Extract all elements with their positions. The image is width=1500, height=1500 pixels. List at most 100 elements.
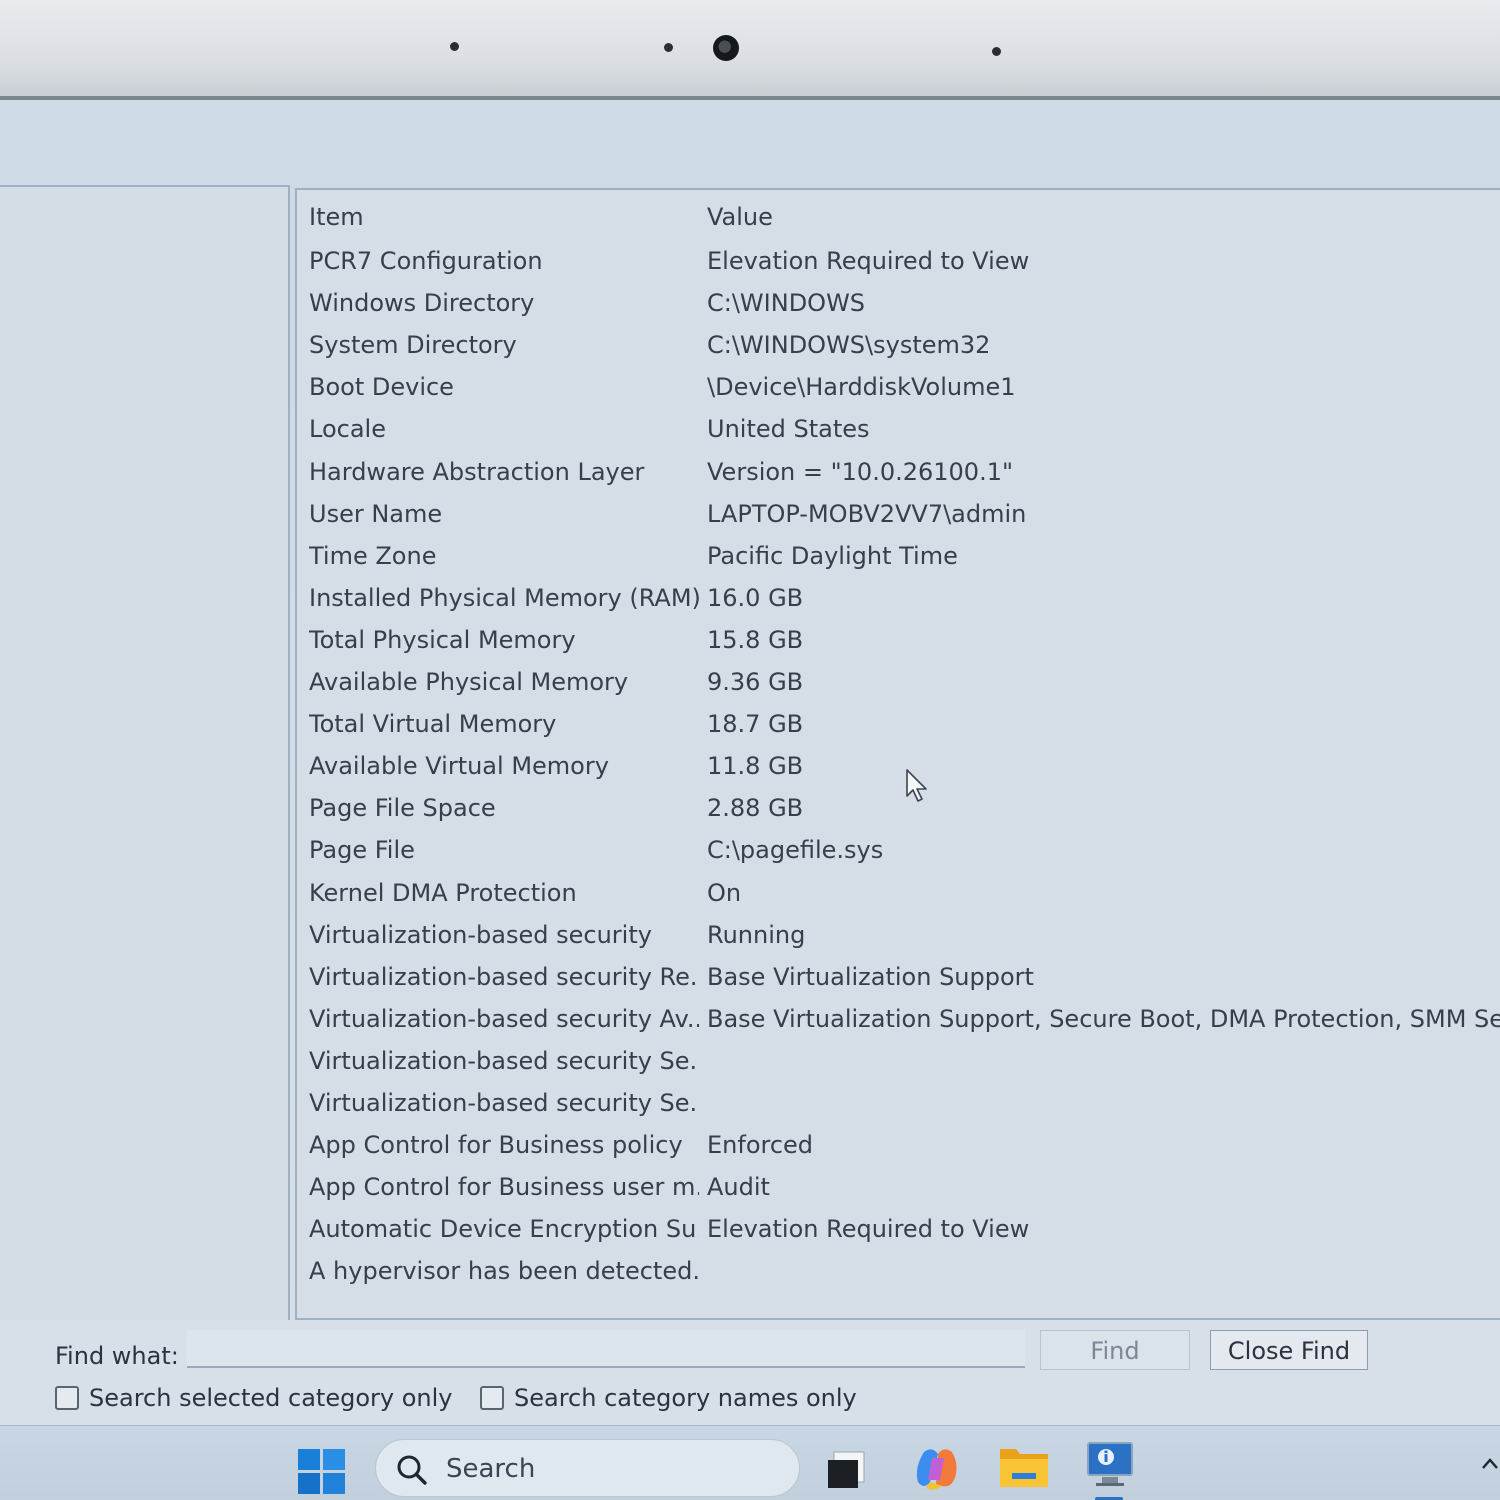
search-selected-category-checkbox[interactable]: Search selected category only [55, 1384, 452, 1412]
row-item-cell: Virtualization-based security Se... [309, 1089, 699, 1117]
row-item-cell: Automatic Device Encryption Su... [309, 1215, 699, 1244]
column-header-value[interactable]: Value [707, 196, 1500, 238]
row-item-cell: Total Virtual Memory [309, 710, 557, 739]
list-row[interactable]: Virtualization-based security Running [297, 914, 1500, 956]
checkbox-box[interactable] [480, 1386, 504, 1410]
list-row[interactable]: App Control for Business policy Enforced [297, 1124, 1500, 1166]
sensor-dot [664, 43, 673, 52]
list-row[interactable]: App Control for Business user m... Audit [297, 1166, 1500, 1208]
search-selected-category-label[interactable]: Search selected category only [89, 1384, 452, 1412]
list-row[interactable]: Boot Device \Device\HarddiskVolume1 [297, 366, 1500, 408]
list-row[interactable]: Virtualization-based security Se... [297, 1040, 1500, 1082]
row-item-cell: PCR7 Configuration [309, 247, 543, 275]
checkbox-box[interactable] [55, 1386, 79, 1410]
find-what-input[interactable] [187, 1330, 1025, 1368]
task-view-icon[interactable] [826, 1450, 866, 1490]
list-row[interactable]: Virtualization-based security Av... Base … [297, 998, 1500, 1040]
sensor-dot [992, 47, 1001, 56]
list-row[interactable]: User Name LAPTOP-MOBV2VV7\admin [297, 493, 1500, 535]
row-item-cell: Page File Space [309, 794, 496, 823]
system-information-icon[interactable] [1086, 1441, 1134, 1491]
list-row[interactable]: Hardware Abstraction Layer Version = "10.… [297, 451, 1500, 493]
row-item-cell: Total Physical Memory [309, 625, 576, 654]
details-list-pane[interactable]: Item Value PCR7 Configuration Elevation R… [295, 188, 1500, 1320]
list-row[interactable]: Virtualization-based security Se... [297, 1082, 1500, 1124]
list-row[interactable]: Page File C:\pagefile.sys [297, 829, 1500, 871]
close-find-button[interactable]: Close Find [1210, 1330, 1368, 1370]
mouse-cursor-icon [906, 769, 927, 802]
row-value-cell: Enforced [707, 1131, 814, 1160]
row-value-cell: Base Virtualization Support, Secure Boot… [707, 1004, 1500, 1033]
list-row[interactable]: A hypervisor has been detected.... [297, 1250, 1500, 1292]
list-row[interactable]: Automatic Device Encryption Su... Elevati… [297, 1208, 1500, 1250]
row-value-cell: 16.0 GB [707, 583, 804, 612]
list-row[interactable]: Time Zone Pacific Daylight Time [297, 535, 1500, 577]
taskbar-search-box[interactable]: Search [375, 1439, 800, 1497]
row-value-cell: United States [707, 415, 870, 444]
row-value-cell: Audit [707, 1173, 770, 1202]
row-item-cell: Virtualization-based security Re... [309, 962, 699, 991]
row-item-cell: Kernel DMA Protection [309, 878, 577, 907]
taskbar: Search [0, 1425, 1500, 1500]
row-item-cell: Windows Directory [309, 289, 535, 318]
list-row[interactable]: Total Physical Memory 15.8 GB [297, 619, 1500, 661]
list-row[interactable]: Available Virtual Memory 11.8 GB [297, 745, 1500, 787]
row-value-cell: Version = "10.0.26100.1" [707, 457, 1014, 486]
list-row[interactable]: PCR7 Configuration Elevation Required to … [297, 240, 1500, 282]
sensor-dot [450, 42, 459, 51]
row-item-cell: Boot Device [309, 373, 454, 402]
row-value-cell: 18.7 GB [707, 710, 804, 739]
row-item-cell: Installed Physical Memory (RAM) [309, 583, 699, 612]
row-value-cell: \Device\HarddiskVolume1 [707, 373, 1016, 402]
row-value-cell: 9.36 GB [707, 668, 804, 696]
window-top-area [0, 100, 1500, 185]
row-item-cell: Time Zone [309, 541, 437, 570]
list-row[interactable]: Kernel DMA Protection On [297, 872, 1500, 914]
copilot-icon[interactable] [912, 1444, 962, 1494]
row-item-cell: Virtualization-based security Av... [309, 1004, 699, 1033]
search-category-names-checkbox[interactable]: Search category names only [480, 1384, 857, 1412]
list-row[interactable]: Available Physical Memory 9.36 GB [297, 661, 1500, 703]
list-row[interactable]: Locale United States [297, 408, 1500, 450]
row-value-cell: Running [707, 920, 806, 949]
row-item-cell: App Control for Business user m... [309, 1173, 699, 1202]
find-what-label: Find what: [55, 1342, 179, 1370]
row-item-cell: Available Physical Memory [309, 668, 629, 696]
webcam-icon [713, 35, 739, 61]
list-row[interactable]: Windows Directory C:\WINDOWS [297, 282, 1500, 324]
row-item-cell: Locale [309, 415, 386, 444]
search-category-names-label[interactable]: Search category names only [514, 1384, 857, 1412]
list-row[interactable]: Total Virtual Memory 18.7 GB [297, 703, 1500, 745]
find-bar: Find what: Find Close Find Search select… [0, 1322, 1500, 1425]
category-tree-pane[interactable] [0, 185, 290, 1320]
row-value-cell: C:\pagefile.sys [707, 836, 884, 865]
laptop-bezel [0, 0, 1500, 100]
row-value-cell: LAPTOP-MOBV2VV7\admin [707, 499, 1027, 528]
row-value-cell: 11.8 GB [707, 752, 804, 781]
column-header-item[interactable]: Item [309, 196, 699, 238]
chevron-up-icon[interactable] [1480, 1456, 1500, 1472]
row-item-cell: User Name [309, 499, 443, 528]
row-item-cell: Virtualization-based security Se... [309, 1046, 699, 1075]
row-value-cell: 2.88 GB [707, 794, 804, 823]
row-value-cell: 15.8 GB [707, 625, 804, 654]
system-information-window: Item Value PCR7 Configuration Elevation R… [0, 100, 1500, 1425]
row-item-cell: Hardware Abstraction Layer [309, 457, 645, 486]
list-row[interactable]: Virtualization-based security Re... Base … [297, 956, 1500, 998]
row-item-cell: App Control for Business policy [309, 1131, 683, 1160]
file-explorer-icon[interactable] [998, 1443, 1050, 1491]
row-item-cell: Virtualization-based security [309, 920, 652, 949]
row-item-cell: Available Virtual Memory [309, 752, 609, 781]
list-header: Item Value [297, 196, 1500, 238]
row-item-cell: System Directory [309, 331, 517, 360]
row-value-cell: Elevation Required to View [707, 247, 1030, 275]
row-value-cell: C:\WINDOWS [707, 289, 866, 318]
row-value-cell: Pacific Daylight Time [707, 541, 958, 570]
list-row[interactable]: System Directory C:\WINDOWS\system32 [297, 324, 1500, 366]
find-button[interactable]: Find [1040, 1330, 1190, 1370]
windows-start-icon[interactable] [298, 1449, 346, 1495]
list-row[interactable]: Installed Physical Memory (RAM) 16.0 GB [297, 577, 1500, 619]
search-icon [397, 1455, 427, 1485]
taskbar-search-label: Search [446, 1454, 536, 1484]
list-row[interactable]: Page File Space 2.88 GB [297, 787, 1500, 829]
